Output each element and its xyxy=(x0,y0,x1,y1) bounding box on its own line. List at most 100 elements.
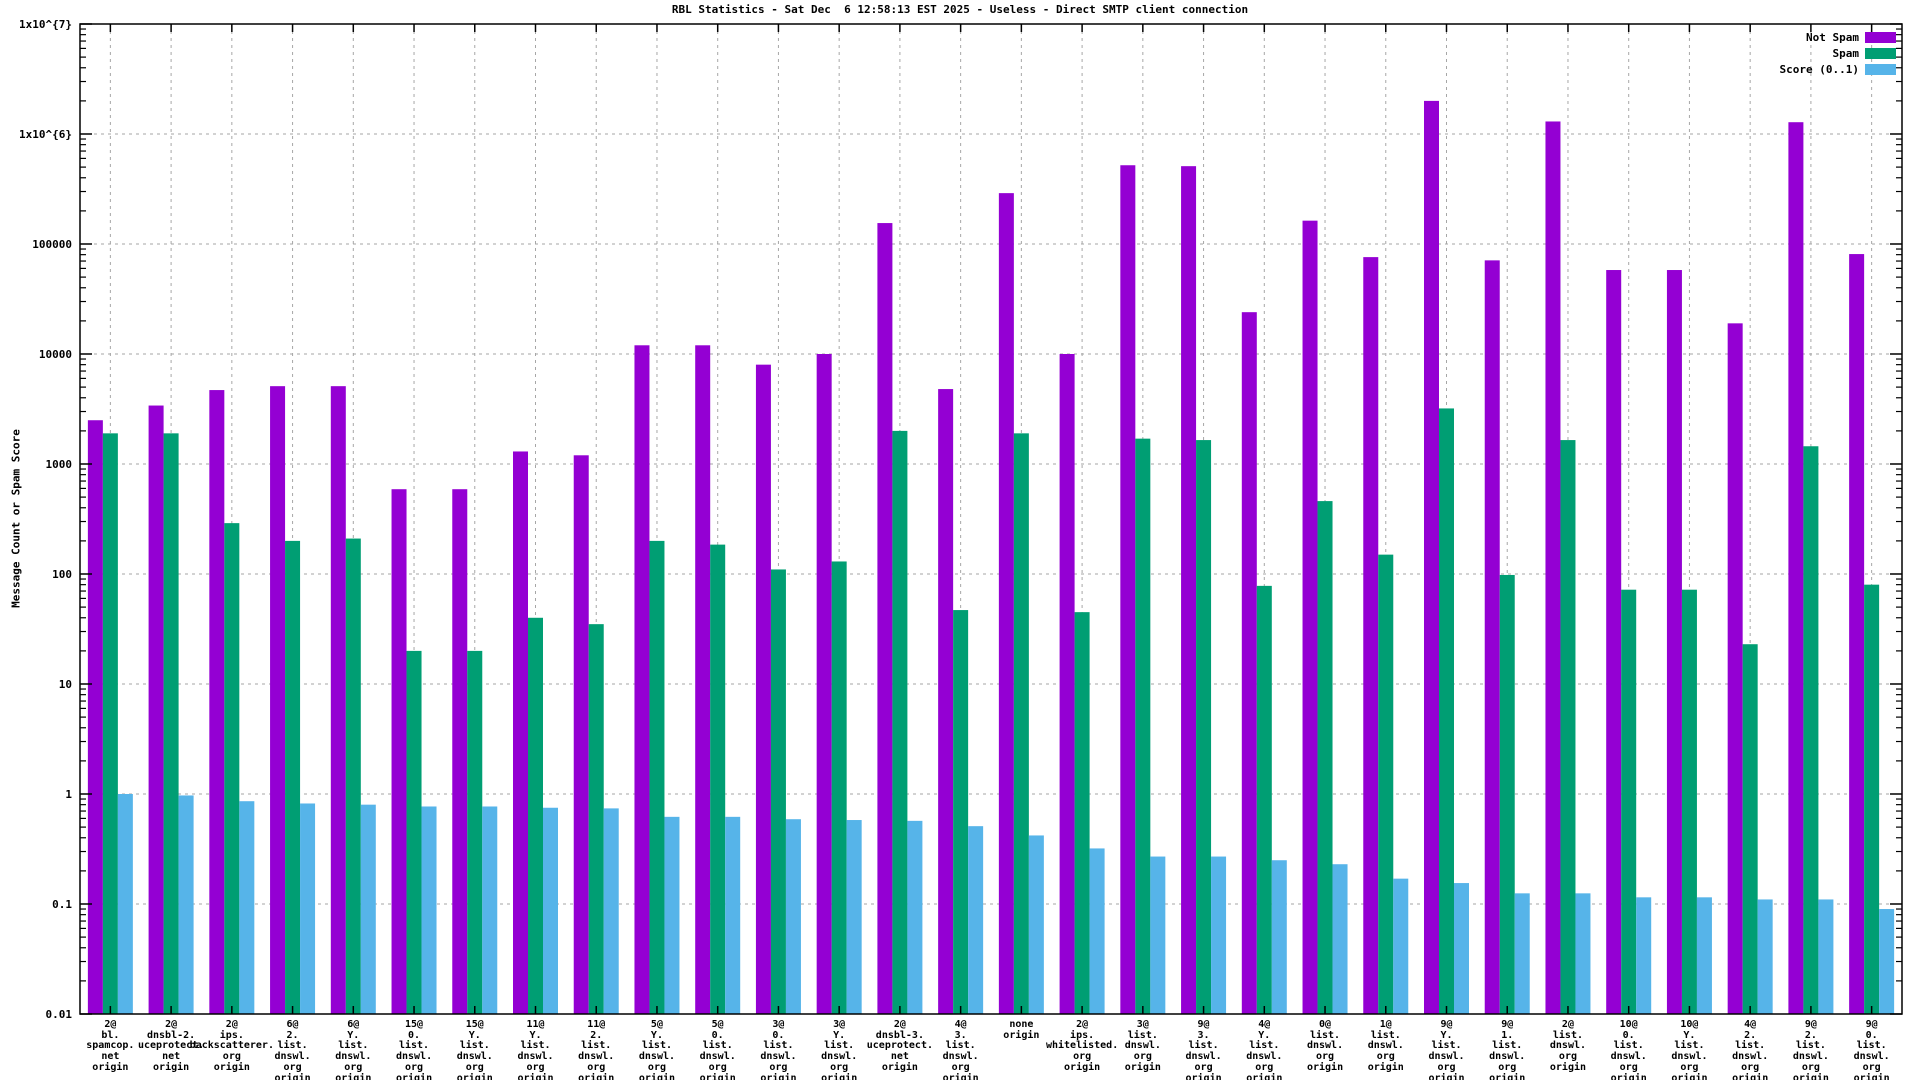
bar-spam-7 xyxy=(467,650,483,1014)
bar-not-spam-30 xyxy=(1849,254,1865,1014)
bar-score-0-1-10 xyxy=(664,816,680,1014)
bar-spam-1 xyxy=(102,433,118,1014)
bar-score-0-1-17 xyxy=(1089,848,1105,1014)
bar-score-0-1-16 xyxy=(1028,835,1044,1014)
bar-score-0-1-29 xyxy=(1818,899,1834,1014)
plot-area xyxy=(79,23,1903,1015)
legend-row-score: Score (0..1) xyxy=(1779,63,1896,76)
rbl-statistics-chart: RBL Statistics - Sat Dec 6 12:58:13 EST … xyxy=(0,0,1920,1080)
bar-score-0-1-25 xyxy=(1575,893,1591,1014)
bar-score-0-1-26 xyxy=(1636,897,1652,1014)
y-tick-label: 100 xyxy=(52,568,72,581)
bar-not-spam-12 xyxy=(755,364,771,1014)
bar-spam-6 xyxy=(406,650,422,1014)
bar-not-spam-13 xyxy=(816,354,832,1014)
bar-not-spam-26 xyxy=(1606,270,1622,1014)
bar-spam-19 xyxy=(1196,440,1212,1014)
legend-row-notspam: Not Spam xyxy=(1780,31,1896,44)
bar-score-0-1-8 xyxy=(543,807,558,1014)
bar-spam-20 xyxy=(1256,585,1272,1014)
bar-score-0-1-9 xyxy=(603,808,619,1014)
bar-not-spam-1 xyxy=(87,420,103,1015)
bar-not-spam-29 xyxy=(1788,122,1804,1014)
bar-not-spam-4 xyxy=(270,386,286,1015)
bar-not-spam-9 xyxy=(573,455,589,1015)
bar-spam-28 xyxy=(1742,644,1758,1014)
bar-score-0-1-28 xyxy=(1757,899,1773,1014)
bar-score-0-1-24 xyxy=(1514,893,1530,1014)
bar-not-spam-14 xyxy=(877,223,893,1015)
y-tick-label: 1 xyxy=(65,788,72,801)
bar-spam-14 xyxy=(892,430,908,1014)
bar-score-0-1-18 xyxy=(1150,856,1166,1014)
y-tick-label: 1x10^{6} xyxy=(19,128,72,141)
y-tick-label: 1x10^{7} xyxy=(19,18,72,31)
bar-score-0-1-22 xyxy=(1393,878,1409,1014)
bar-score-0-1-1 xyxy=(117,794,133,1014)
bar-not-spam-3 xyxy=(209,390,225,1015)
legend-swatch-spam xyxy=(1865,48,1896,59)
legend-label-score: Score (0..1) xyxy=(1779,63,1859,76)
bar-not-spam-5 xyxy=(330,386,346,1015)
bar-not-spam-21 xyxy=(1302,220,1318,1014)
bar-spam-30 xyxy=(1864,584,1880,1014)
bar-not-spam-11 xyxy=(695,345,711,1015)
bar-score-0-1-2 xyxy=(178,795,194,1014)
bar-spam-21 xyxy=(1317,501,1333,1014)
bar-not-spam-25 xyxy=(1545,121,1561,1014)
bar-score-0-1-6 xyxy=(421,806,437,1014)
bar-spam-23 xyxy=(1439,408,1454,1015)
bar-not-spam-6 xyxy=(391,489,407,1014)
bar-not-spam-10 xyxy=(634,345,650,1015)
x-tick-label: 9@ 0. list. dnswl. org origin xyxy=(1853,1019,1890,1080)
bar-not-spam-23 xyxy=(1424,100,1439,1014)
bar-score-0-1-5 xyxy=(360,804,376,1014)
bar-not-spam-8 xyxy=(513,451,528,1015)
bar-score-0-1-12 xyxy=(785,819,801,1014)
bar-not-spam-16 xyxy=(998,193,1014,1014)
bar-spam-24 xyxy=(1499,574,1515,1014)
bar-score-0-1-14 xyxy=(907,820,923,1014)
bar-not-spam-24 xyxy=(1484,260,1500,1014)
bar-spam-11 xyxy=(710,544,726,1014)
bar-score-0-1-15 xyxy=(968,826,984,1014)
bar-score-0-1-21 xyxy=(1332,864,1348,1014)
legend-swatch-score xyxy=(1865,64,1896,75)
bar-not-spam-2 xyxy=(148,405,164,1014)
bar-spam-13 xyxy=(831,561,847,1014)
bar-spam-5 xyxy=(345,538,361,1014)
bar-score-0-1-7 xyxy=(482,806,498,1014)
bar-score-0-1-27 xyxy=(1696,897,1712,1014)
bar-not-spam-7 xyxy=(452,489,468,1014)
bar-spam-16 xyxy=(1013,433,1029,1014)
bar-spam-8 xyxy=(528,617,543,1014)
legend-label-notspam: Not Spam xyxy=(1806,31,1859,44)
legend-row-spam: Spam xyxy=(1780,47,1896,60)
bar-not-spam-28 xyxy=(1727,323,1743,1014)
bar-spam-26 xyxy=(1621,589,1637,1014)
bar-score-0-1-11 xyxy=(725,816,741,1014)
legend-label-spam: Spam xyxy=(1832,47,1860,60)
bar-spam-12 xyxy=(770,569,786,1014)
bar-not-spam-20 xyxy=(1241,312,1257,1014)
bar-not-spam-15 xyxy=(938,389,954,1014)
bar-not-spam-18 xyxy=(1120,165,1136,1015)
bar-spam-3 xyxy=(224,523,240,1014)
bar-spam-2 xyxy=(163,433,179,1014)
bar-spam-27 xyxy=(1681,589,1697,1014)
bar-score-0-1-23 xyxy=(1454,883,1469,1014)
y-tick-label: 10000 xyxy=(38,348,72,361)
bar-spam-9 xyxy=(588,624,604,1014)
bar-spam-25 xyxy=(1560,440,1576,1014)
bar-not-spam-27 xyxy=(1666,270,1682,1014)
bar-not-spam-17 xyxy=(1059,354,1075,1014)
bar-spam-4 xyxy=(285,540,301,1014)
bar-spam-10 xyxy=(649,540,665,1014)
y-tick-label: 0.1 xyxy=(52,898,72,911)
y-tick-label: 100000 xyxy=(32,238,72,251)
legend: Not Spam Spam Score (0..1) xyxy=(1779,31,1896,76)
bar-not-spam-22 xyxy=(1363,257,1379,1015)
bar-score-0-1-20 xyxy=(1271,860,1287,1014)
bar-score-0-1-19 xyxy=(1211,856,1227,1014)
y-tick-label: 10 xyxy=(58,678,72,691)
